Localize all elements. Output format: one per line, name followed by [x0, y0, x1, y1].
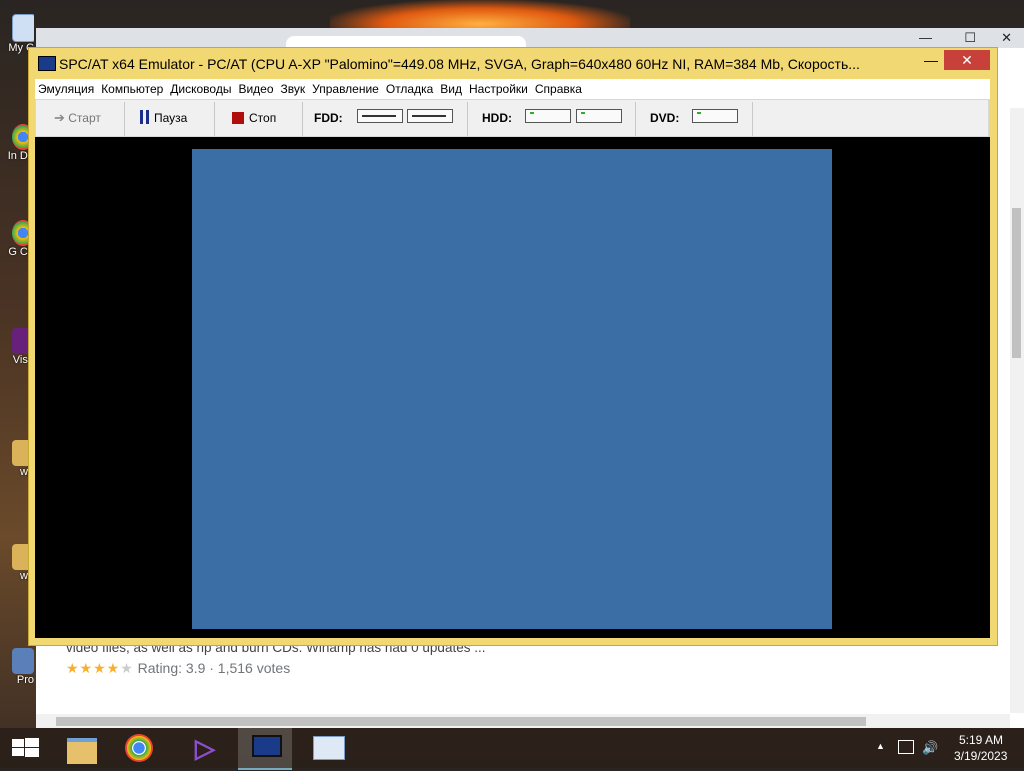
toolbar-separator	[302, 102, 303, 136]
tray-overflow-arrow[interactable]: ▲	[876, 741, 885, 751]
menu-help[interactable]: Справка	[532, 79, 586, 99]
menu-emulation[interactable]: Эмуляция	[35, 79, 98, 99]
browser-vertical-scrollbar[interactable]	[1010, 108, 1024, 713]
volume-icon[interactable]: 🔊	[922, 740, 938, 756]
taskbar-file-explorer[interactable]	[55, 728, 109, 768]
taskbar-emulator[interactable]	[238, 728, 292, 770]
start-label: Старт	[68, 111, 101, 125]
close-button[interactable]: ✕	[944, 50, 990, 70]
computer-icon	[12, 14, 34, 42]
rating-stars: ★★★★★	[66, 660, 134, 676]
toolbar-separator	[752, 102, 753, 136]
pause-button[interactable]: Пауза	[140, 100, 187, 136]
pause-icon-bar	[146, 110, 149, 124]
pause-label: Пауза	[154, 111, 188, 125]
monitor-icon	[38, 56, 56, 71]
stop-button[interactable]: Стоп	[232, 100, 276, 136]
taskbar: ▷ ▲ 🔊 5:19 AM 3/19/2023	[0, 728, 1024, 770]
drive-slot	[362, 115, 396, 117]
hdd-1-drive[interactable]	[576, 109, 622, 123]
guest-screen[interactable]	[192, 149, 832, 629]
drive-led	[697, 112, 701, 114]
dvd-label: DVD:	[650, 111, 680, 125]
taskbar-keyboard-app[interactable]	[300, 728, 354, 768]
clock-time[interactable]: 5:19 AM	[959, 733, 1003, 747]
toolbar-separator	[124, 102, 125, 136]
stop-label: Стоп	[249, 111, 277, 125]
start-button[interactable]: ➔ Старт	[54, 100, 101, 136]
browser-tab-strip: — ☐ ✕	[36, 28, 1024, 48]
toolbar-separator	[635, 102, 636, 136]
drive-led	[581, 112, 585, 114]
stop-icon	[232, 112, 244, 124]
emulator-display[interactable]	[35, 137, 990, 638]
app-icon	[12, 648, 34, 674]
menu-view[interactable]: Вид	[437, 79, 466, 99]
start-menu-button[interactable]	[0, 728, 54, 768]
rating-stars-filled: ★★★★	[66, 660, 121, 676]
pause-icon	[140, 110, 143, 124]
menu-sound[interactable]: Звук	[278, 79, 310, 99]
taskbar-visual-studio[interactable]: ▷	[178, 728, 232, 768]
fdd-b-drive[interactable]	[407, 109, 453, 123]
rating-text: Rating: 3.9 · 1,516 votes	[137, 660, 291, 676]
file-explorer-icon	[67, 738, 97, 764]
toolbar: ➔ Старт Пауза Стоп FDD: HDD: DVD:	[35, 99, 989, 137]
browser-horizontal-scrollbar[interactable]	[36, 714, 1010, 728]
menu-video[interactable]: Видео	[235, 79, 277, 99]
fdd-a-drive[interactable]	[357, 109, 403, 123]
keyboard-app-icon	[313, 736, 345, 760]
search-result-rating: ★★★★★ Rating: 3.9 · 1,516 votes	[66, 660, 290, 677]
desktop-icon-pro[interactable]: Pro	[0, 648, 34, 686]
clock-date[interactable]: 3/19/2023	[954, 749, 1007, 763]
menu-debug[interactable]: Отладка	[383, 79, 437, 99]
menu-settings[interactable]: Настройки	[466, 79, 532, 99]
drive-led	[530, 112, 534, 114]
scroll-thumb[interactable]	[1012, 208, 1021, 358]
emulator-window[interactable]: SPC/AT x64 Emulator - PC/AT (CPU A-XP "P…	[28, 47, 998, 646]
visual-studio-icon: ▷	[195, 733, 215, 763]
emulator-icon	[252, 735, 282, 757]
dvd-drive[interactable]	[692, 109, 738, 123]
network-icon[interactable]	[898, 740, 914, 754]
fdd-label: FDD:	[314, 111, 343, 125]
menu-drives[interactable]: Дисководы	[167, 79, 235, 99]
browser-close-button[interactable]: ✕	[1001, 30, 1012, 46]
browser-minimize-button[interactable]: —	[919, 30, 932, 45]
window-title: SPC/AT x64 Emulator - PC/AT (CPU A-XP "P…	[59, 56, 860, 72]
menu-control[interactable]: Управление	[309, 79, 383, 99]
menu-computer[interactable]: Компьютер	[98, 79, 167, 99]
drive-slot	[412, 115, 446, 117]
chrome-icon	[125, 734, 153, 762]
toolbar-separator	[467, 102, 468, 136]
scroll-thumb[interactable]	[56, 717, 866, 726]
taskbar-chrome[interactable]	[113, 728, 167, 768]
toolbar-separator	[214, 102, 215, 136]
hdd-0-drive[interactable]	[525, 109, 571, 123]
desktop-icon-label: Pro	[16, 674, 34, 686]
menu-bar: Эмуляция Компьютер Дисководы Видео Звук Управ…	[35, 79, 990, 99]
title-bar[interactable]: SPC/AT x64 Emulator - PC/AT (CPU A-XP "P…	[29, 48, 997, 78]
browser-maximize-button[interactable]: ☐	[964, 30, 976, 46]
hdd-label: HDD:	[482, 111, 512, 125]
rating-stars-empty: ★	[120, 660, 134, 676]
windows-logo-icon	[12, 738, 39, 757]
arrow-right-icon: ➔	[54, 110, 65, 125]
